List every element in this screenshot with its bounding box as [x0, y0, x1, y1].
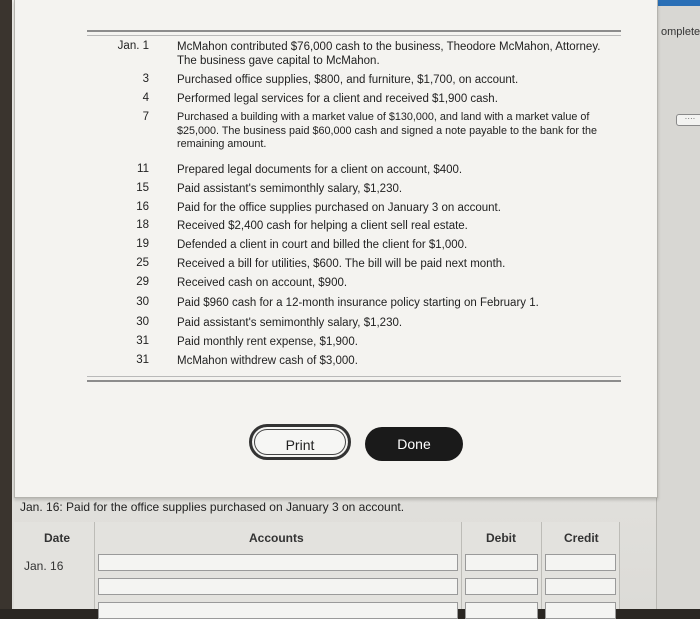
credit-input[interactable]	[545, 602, 616, 619]
transaction-text: Received $2,400 cash for helping a clien…	[177, 220, 468, 232]
account-input[interactable]	[98, 578, 458, 595]
table-bottom-rule	[87, 376, 621, 377]
background-accent	[656, 0, 700, 6]
column-divider	[94, 522, 95, 609]
debit-column-header: Debit	[486, 531, 516, 545]
credit-column-header: Credit	[564, 531, 599, 545]
transaction-date: 16	[136, 201, 149, 213]
transactions-table: Jan. 1 McMahon contributed $76,000 cash …	[87, 30, 621, 382]
entry-date: Jan. 16	[24, 559, 64, 573]
column-divider	[619, 522, 620, 609]
transaction-text: McMahon withdrew cash of $3,000.	[177, 355, 358, 367]
transaction-date: 7	[142, 111, 149, 123]
debit-input[interactable]	[465, 578, 538, 595]
transaction-text: Prepared legal documents for a client on…	[177, 164, 463, 176]
background-complete-label: omplete	[661, 26, 700, 38]
transactions-dialog: Jan. 1 McMahon contributed $76,000 cash …	[14, 0, 658, 498]
transaction-text: Performed legal services for a client an…	[177, 93, 498, 105]
transaction-text: Paid $960 cash for a 12-month insurance …	[177, 297, 539, 309]
transaction-text: Paid assistant's semimonthly salary, $1,…	[177, 317, 403, 329]
transaction-text: Purchased a building with a market value…	[177, 111, 597, 150]
journal-instruction: Jan. 16: Paid for the office supplies pu…	[20, 500, 405, 514]
table-top-rule	[87, 35, 621, 36]
column-divider	[461, 522, 462, 609]
transaction-text: McMahon contributed $76,000 cash to the …	[177, 41, 601, 67]
column-divider	[541, 522, 542, 609]
debit-input[interactable]	[465, 602, 538, 619]
transaction-date: 31	[136, 354, 149, 366]
date-column-header: Date	[44, 531, 71, 545]
screen: omplete ···· Jan. 1 McMahon contributed …	[0, 0, 700, 619]
transaction-date: Jan. 1	[117, 40, 149, 52]
credit-input[interactable]	[545, 578, 616, 595]
print-button[interactable]: Print	[249, 424, 351, 460]
transaction-date: 11	[137, 163, 149, 175]
transaction-date: 29	[136, 276, 149, 288]
transaction-text: Paid assistant's semimonthly salary, $1,…	[177, 183, 403, 195]
credit-input[interactable]	[545, 554, 616, 571]
account-input[interactable]	[98, 554, 458, 571]
transaction-text: Paid monthly rent expense, $1,900.	[177, 336, 358, 348]
transaction-date: 3	[142, 73, 149, 85]
transaction-date: 31	[136, 335, 149, 347]
transaction-text: Purchased office supplies, $800, and fur…	[177, 74, 519, 86]
accounts-column-header: Accounts	[249, 531, 304, 545]
transaction-date: 15	[136, 182, 149, 194]
background-page	[656, 0, 700, 609]
transaction-text: Paid for the office supplies purchased o…	[177, 202, 501, 214]
transaction-text: Received a bill for utilities, $600. The…	[177, 258, 506, 270]
account-input[interactable]	[98, 602, 458, 619]
transaction-text: Received cash on account, $900.	[177, 277, 348, 289]
transaction-date: 30	[136, 296, 149, 308]
left-bezel	[0, 0, 12, 609]
transaction-date: 30	[136, 316, 149, 328]
done-button[interactable]: Done	[365, 427, 463, 461]
transaction-date: 4	[142, 92, 149, 104]
journal-entry-table: Date Accounts Debit Credit Jan. 16	[14, 522, 620, 619]
more-icon[interactable]: ····	[676, 114, 700, 126]
debit-input[interactable]	[465, 554, 538, 571]
transaction-date: 18	[136, 219, 149, 231]
transaction-date: 25	[136, 257, 149, 269]
transaction-date: 19	[136, 238, 149, 250]
transaction-text: Defended a client in court and billed th…	[177, 239, 468, 251]
